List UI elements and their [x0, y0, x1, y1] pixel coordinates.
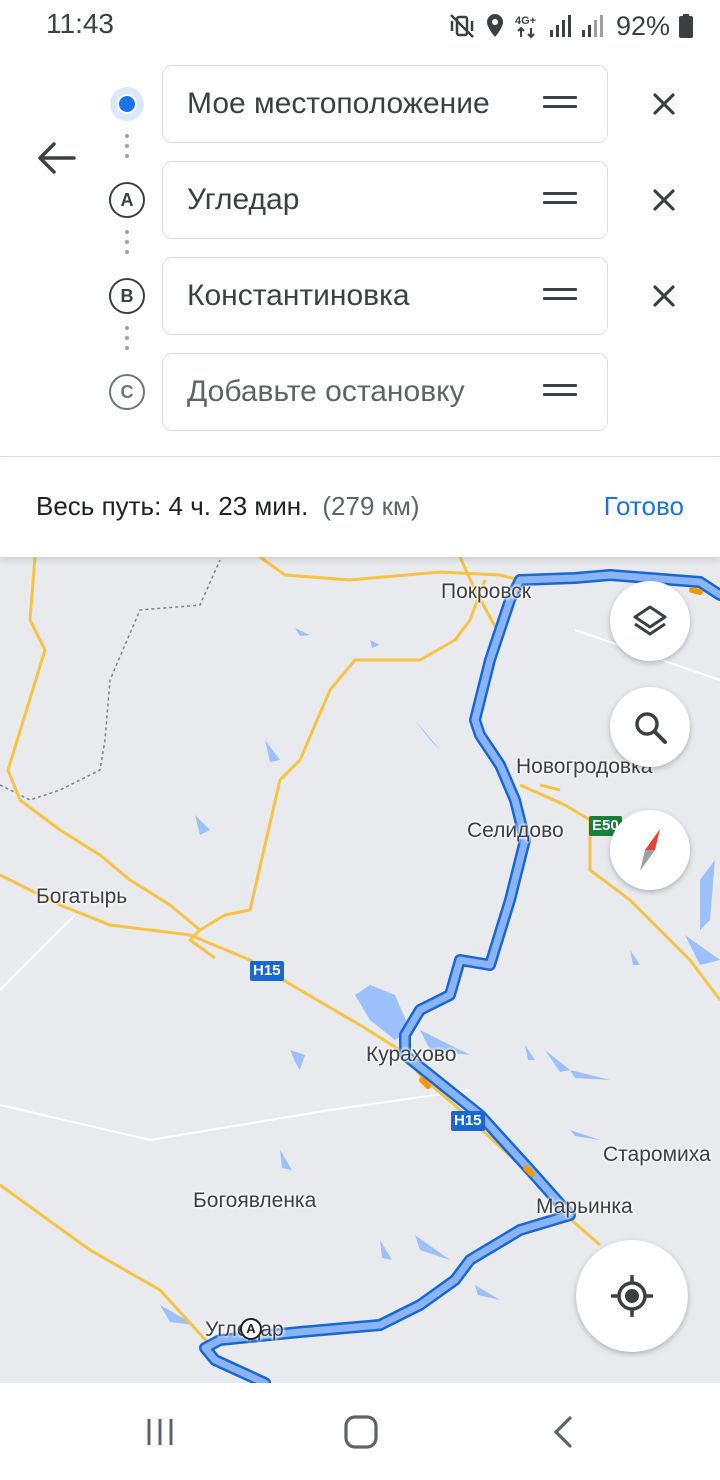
drag-handle-icon[interactable] — [543, 96, 577, 112]
search-along-route-button[interactable] — [610, 687, 690, 767]
map-label-bogoyavlenka[interactable]: Богоявленка — [193, 1189, 316, 1213]
stop-row-origin: Мое местоположение — [0, 64, 720, 144]
back-nav-button[interactable] — [534, 1407, 594, 1457]
status-time: 11:43 — [46, 8, 114, 39]
stop-marker-b: B — [108, 277, 146, 315]
road-shield-h15: H15 — [250, 961, 284, 981]
compass-button[interactable] — [610, 810, 690, 890]
marker-b-icon: B — [109, 278, 145, 314]
stop-marker-c: C — [108, 373, 146, 411]
drag-handle-icon[interactable] — [543, 192, 577, 208]
map-label-pokrovsk[interactable]: Покровск — [441, 580, 531, 604]
route-summary: Весь путь: 4 ч. 23 мин. (279 км) Готово — [0, 457, 720, 557]
layers-icon — [633, 605, 667, 636]
location-icon — [484, 12, 506, 40]
stop-row-b: B Константиновка — [0, 256, 720, 336]
close-icon — [653, 189, 675, 211]
directions-panel: Мое местоположение A Угледар B Константи… — [0, 52, 720, 455]
total-distance: (279 км) — [322, 491, 420, 521]
route-summary-text: Весь путь: 4 ч. 23 мин. (279 км) — [36, 491, 420, 522]
close-icon — [653, 93, 675, 115]
system-nav-bar — [0, 1383, 720, 1480]
home-button[interactable] — [331, 1407, 391, 1457]
search-icon — [635, 712, 667, 744]
network-4g-icon: 4G+ — [514, 12, 540, 40]
total-duration: Весь путь: 4 ч. 23 мин. — [36, 491, 309, 521]
my-location-icon — [611, 1275, 653, 1317]
map-view[interactable]: Покровск Новогродовка Селидово Богатырь … — [0, 557, 720, 1383]
remove-stop-a-button[interactable] — [644, 180, 684, 220]
map-label-selidovo[interactable]: Селидово — [467, 819, 564, 843]
map-label-staromikha[interactable]: Старомиха — [603, 1143, 711, 1167]
drag-handle-icon[interactable] — [543, 384, 577, 400]
stop-row-c: C Добавьте остановку — [0, 352, 720, 432]
origin-field-text: Мое местоположение — [187, 87, 490, 120]
done-button[interactable]: Готово — [604, 491, 684, 522]
map-label-marinka[interactable]: Марьинка — [536, 1195, 633, 1219]
compass-icon — [640, 829, 660, 871]
road-shield-h15: H15 — [451, 1111, 485, 1131]
mute-vibrate-icon — [448, 12, 476, 40]
signal-icon — [580, 12, 604, 40]
status-icons: 4G+ 92% — [448, 8, 694, 44]
battery-icon — [678, 12, 694, 40]
route-marker-a-icon[interactable]: A — [240, 1318, 262, 1340]
home-icon — [344, 1415, 378, 1449]
add-stop-field[interactable]: Добавьте остановку — [162, 353, 608, 431]
add-stop-placeholder: Добавьте остановку — [187, 375, 465, 408]
stop-row-a: A Угледар — [0, 160, 720, 240]
recent-apps-icon — [147, 1419, 173, 1445]
marker-c-icon: C — [109, 374, 145, 410]
recent-apps-button[interactable] — [130, 1407, 190, 1457]
drag-handle-icon[interactable] — [543, 288, 577, 304]
remove-origin-button[interactable] — [644, 84, 684, 124]
origin-field[interactable]: Мое местоположение — [162, 65, 608, 143]
my-location-marker — [108, 85, 146, 123]
my-location-button[interactable] — [576, 1240, 688, 1352]
map-label-kurakhovo[interactable]: Курахово — [366, 1043, 456, 1067]
map-label-bogatyr[interactable]: Богатырь — [36, 885, 127, 909]
battery-percent: 92% — [615, 10, 670, 41]
signal-icon — [548, 12, 572, 40]
stop-a-field-text: Угледар — [187, 183, 300, 216]
chevron-left-icon — [553, 1416, 572, 1448]
close-icon — [653, 285, 675, 307]
status-bar: 11:43 4G+ 92% — [0, 0, 720, 52]
marker-a-icon: A — [109, 182, 145, 218]
remove-stop-b-button[interactable] — [644, 276, 684, 316]
my-location-dot-icon — [110, 87, 144, 121]
stop-a-field[interactable]: Угледар — [162, 161, 608, 239]
stop-b-field[interactable]: Константиновка — [162, 257, 608, 335]
layers-button[interactable] — [610, 581, 690, 661]
stop-b-field-text: Константиновка — [187, 279, 410, 312]
stop-marker-a: A — [108, 181, 146, 219]
network-type-text: 4G+ — [515, 15, 536, 27]
